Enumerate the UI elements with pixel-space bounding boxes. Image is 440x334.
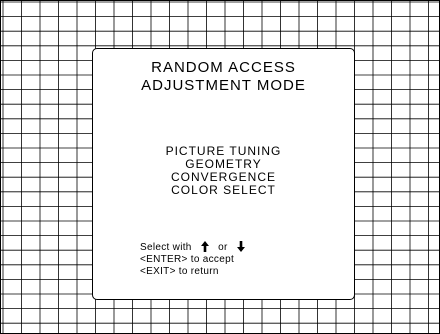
select-instruction: Select with or	[140, 241, 245, 254]
adjustment-mode-panel: RANDOM ACCESS ADJUSTMENT MODE PICTURE TU…	[92, 48, 355, 300]
exit-instruction: <EXIT> to return	[140, 266, 219, 277]
convergence-test-screen: RANDOM ACCESS ADJUSTMENT MODE PICTURE TU…	[0, 0, 440, 334]
arrow-down-icon	[236, 241, 245, 252]
title-line-2: ADJUSTMENT MODE	[141, 77, 306, 94]
menu-item-color-select[interactable]: COLOR SELECT	[93, 184, 354, 197]
adjustment-menu: PICTURE TUNING GEOMETRY CONVERGENCE COLO…	[93, 145, 354, 197]
help-text: Select with or <ENTER> to accept <EXIT> …	[140, 241, 245, 278]
enter-instruction: <ENTER> to accept	[140, 254, 235, 265]
arrow-up-icon	[200, 241, 209, 252]
select-with-label: Select with	[140, 242, 192, 253]
title-line-1: RANDOM ACCESS	[151, 59, 296, 76]
panel-title: RANDOM ACCESS ADJUSTMENT MODE	[93, 59, 354, 95]
or-label: or	[218, 242, 228, 253]
